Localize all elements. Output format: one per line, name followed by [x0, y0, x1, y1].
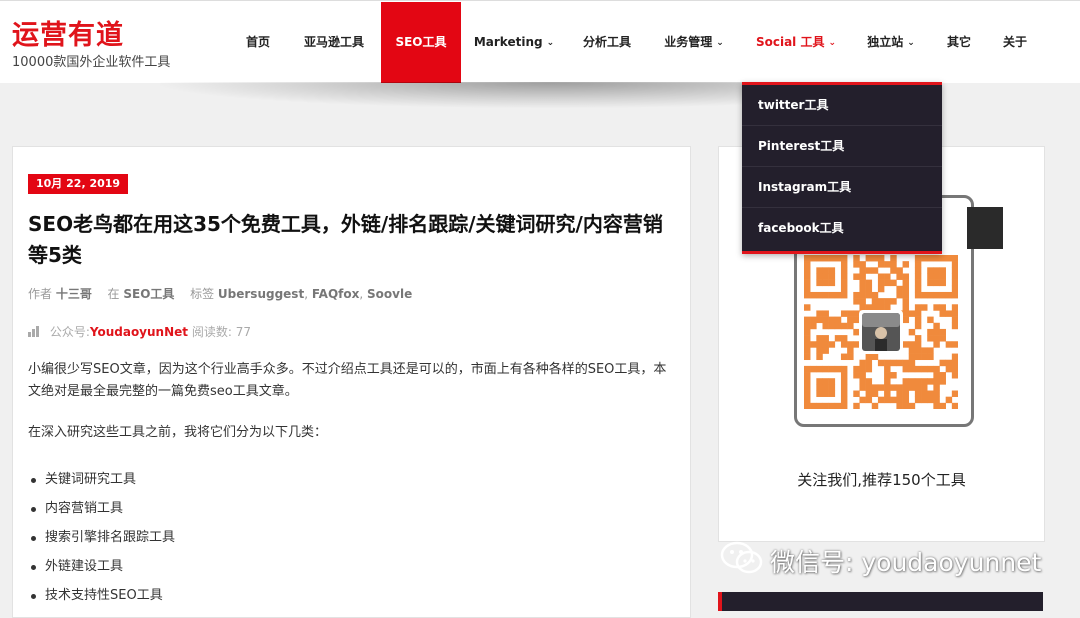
nav-item-home[interactable]: 首页	[232, 2, 284, 83]
chevron-down-icon: ⌄	[907, 38, 915, 48]
nav-item-amazon-tools[interactable]: 亚马逊工具	[292, 2, 376, 83]
tag-link[interactable]: FAQfox	[312, 287, 360, 301]
post-intro-paragraph: 小编很少写SEO文章，因为这个行业高手众多。不过介绍点工具还是可以的，市面上有各…	[28, 362, 667, 399]
dropdown-item-instagram-tools[interactable]: Instagram工具	[742, 167, 942, 208]
dropdown-item-facebook-tools[interactable]: facebook工具	[742, 208, 942, 248]
chevron-down-icon: ⌄	[546, 38, 555, 48]
list-item: 搜索引擎排名跟踪工具	[28, 523, 175, 552]
post-meta: 作者 十三哥 在 SEO工具 标签 Ubersuggest, FAQfox, S…	[28, 285, 412, 302]
qr-code-image	[804, 255, 959, 413]
phone-frame-tab	[967, 207, 1003, 249]
reads-label: 阅读数:	[191, 325, 232, 339]
tool-category-list: 关键词研究工具 内容营销工具 搜索引擎排名跟踪工具 外链建设工具 技术支持性SE…	[28, 465, 175, 610]
wechat-icon	[720, 540, 764, 588]
account-name-link[interactable]: YoudaoyunNet	[90, 325, 188, 339]
dropdown-item-pinterest-tools[interactable]: Pinterest工具	[742, 126, 942, 167]
list-item: 外链建设工具	[28, 552, 175, 581]
nav-item-seo-tools[interactable]: SEO工具	[381, 2, 461, 83]
nav-item-independent-site[interactable]: 独立站 ⌄	[858, 2, 924, 83]
list-item: 技术支持性SEO工具	[28, 581, 175, 610]
chevron-down-icon: ⌄	[716, 38, 724, 48]
wechat-watermark: 微信号: youdaoyunnet	[720, 540, 1041, 580]
post-stats: 公众号:YoudaoyunNet 阅读数: 77	[28, 323, 251, 340]
article-card: 10月 22, 2019 SEO老鸟都在用这35个免费工具，外链/排名跟踪/关键…	[12, 146, 691, 618]
bar-chart-icon	[28, 326, 40, 337]
nav-item-about[interactable]: 关于	[994, 2, 1036, 83]
list-item: 内容营销工具	[28, 494, 175, 523]
list-item: 关键词研究工具	[28, 465, 175, 494]
nav-item-analytics-tools[interactable]: 分析工具	[574, 2, 640, 83]
chevron-down-icon: ⌄	[828, 38, 837, 48]
tag-separator: ,	[359, 287, 364, 301]
sidebar-next-widget	[718, 592, 1043, 611]
site-logo-title[interactable]: 运营有道	[12, 13, 124, 52]
nav-item-business-management[interactable]: 业务管理 ⌄	[654, 2, 734, 83]
tag-link[interactable]: Ubersuggest	[218, 287, 304, 301]
tag-separator: ,	[304, 287, 309, 301]
follow-us-text: 关注我们,推荐150个工具	[797, 471, 966, 489]
author-link[interactable]: 十三哥	[56, 287, 92, 301]
tags-label: 标签	[190, 287, 215, 301]
social-tools-dropdown: twitter工具 Pinterest工具 Instagram工具 facebo…	[742, 82, 942, 254]
category-label: 在	[107, 287, 120, 301]
site-subtitle: 10000款国外企业软件工具	[12, 55, 171, 70]
dropdown-item-twitter-tools[interactable]: twitter工具	[742, 85, 942, 126]
post-date-badge[interactable]: 10月 22, 2019	[28, 174, 129, 194]
site-header: 运营有道 10000款国外企业软件工具 首页 亚马逊工具 SEO工具 Marke…	[0, 0, 1080, 83]
author-label: 作者	[28, 287, 53, 301]
tag-link[interactable]: Soovle	[367, 287, 412, 301]
nav-item-social-tools[interactable]: Social 工具 ⌄	[748, 2, 844, 83]
wechat-id-text: 微信号: youdaoyunnet	[770, 548, 1042, 577]
nav-item-other[interactable]: 其它	[938, 2, 980, 83]
account-label: 公众号:	[49, 325, 90, 339]
category-link[interactable]: SEO工具	[123, 287, 174, 301]
post-title[interactable]: SEO老鸟都在用这35个免费工具，外链/排名跟踪/关键词研究/内容营销等5类	[28, 209, 678, 271]
post-lead-paragraph: 在深入研究这些工具之前，我将它们分为以下几类：	[28, 425, 328, 440]
nav-item-marketing[interactable]: Marketing ⌄	[468, 2, 560, 83]
reads-count: 77	[235, 325, 251, 339]
